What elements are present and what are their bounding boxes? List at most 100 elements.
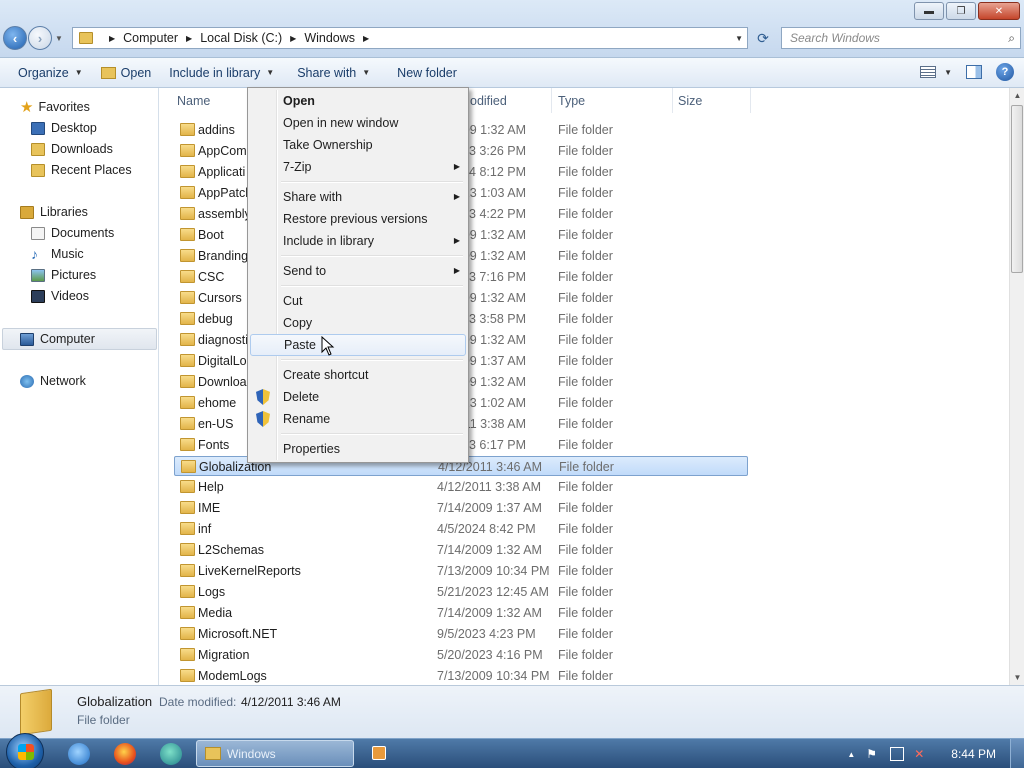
- taskbar-explorer-window[interactable]: Windows: [196, 740, 354, 767]
- menu-item-share-with[interactable]: Share with ▶: [250, 186, 466, 208]
- folder-icon: [180, 207, 195, 220]
- nav-item-documents[interactable]: Documents: [31, 223, 114, 243]
- music-icon: ♪: [31, 246, 38, 262]
- action-center-flag-icon[interactable]: ⚑: [866, 747, 880, 761]
- file-type: File folder: [558, 249, 613, 263]
- address-bar[interactable]: ▶ Computer ▶ Local Disk (C:) ▶ Windows ▶…: [72, 27, 748, 49]
- folder-open-icon: [100, 66, 116, 79]
- network-tray-icon[interactable]: [890, 747, 905, 761]
- preview-pane-icon[interactable]: [966, 65, 982, 79]
- start-button[interactable]: [6, 733, 44, 768]
- breadcrumb-computer[interactable]: Computer: [123, 31, 178, 45]
- file-name: debug: [198, 312, 233, 326]
- open-label: Open: [120, 65, 152, 80]
- menu-item-open-in-new-window[interactable]: Open in new window: [250, 112, 466, 134]
- file-name: DigitalLo: [198, 354, 247, 368]
- libraries-icon: [20, 205, 34, 219]
- menu-item-take-ownership[interactable]: Take Ownership: [250, 134, 466, 156]
- recent-pages-dropdown[interactable]: ▼: [55, 34, 63, 43]
- nav-favorites[interactable]: ★ Favorites: [20, 97, 90, 117]
- include-in-library-button[interactable]: Include in library ▼: [160, 58, 283, 87]
- column-divider[interactable]: [551, 88, 552, 113]
- nav-item-videos[interactable]: Videos: [31, 286, 89, 306]
- file-row[interactable]: L2Schemas 7/14/2009 1:32 AM File folder: [174, 540, 748, 560]
- menu-item-7zip[interactable]: 7-Zip ▶: [250, 156, 466, 178]
- media-center-icon[interactable]: [160, 743, 182, 765]
- clock[interactable]: 8:44 PM: [951, 747, 996, 761]
- menu-item-properties[interactable]: Properties: [250, 438, 466, 460]
- refresh-button[interactable]: ⟳: [752, 27, 774, 49]
- internet-explorer-icon[interactable]: [68, 743, 90, 765]
- vertical-scrollbar[interactable]: ▲ ▼: [1009, 88, 1024, 685]
- menu-item-include-in-library[interactable]: Include in library ▶: [250, 230, 466, 252]
- help-icon[interactable]: ?: [996, 63, 1014, 81]
- open-button[interactable]: Open: [92, 58, 161, 87]
- file-row[interactable]: LiveKernelReports 7/13/2009 10:34 PM File …: [174, 561, 748, 581]
- file-type: File folder: [558, 144, 613, 158]
- column-header-type[interactable]: Type: [558, 94, 585, 108]
- show-desktop-button[interactable]: [1010, 739, 1024, 768]
- firefox-icon[interactable]: [114, 743, 136, 765]
- file-row[interactable]: Microsoft.NET 9/5/2023 4:23 PM File folder: [174, 624, 748, 644]
- nav-item-pictures[interactable]: Pictures: [31, 265, 96, 285]
- address-history-dropdown[interactable]: ▼: [735, 34, 743, 43]
- file-date-modified: 4/12/2011 3:38 AM: [437, 480, 542, 494]
- file-type: File folder: [558, 396, 613, 410]
- media-player-icon[interactable]: [372, 746, 386, 760]
- menu-item-copy[interactable]: Copy: [250, 312, 466, 334]
- column-divider[interactable]: [672, 88, 673, 113]
- new-folder-label: New folder: [397, 65, 457, 80]
- chevron-right-icon[interactable]: ▶: [109, 34, 115, 43]
- menu-item-send-to[interactable]: Send to ▶: [250, 260, 466, 282]
- share-with-button[interactable]: Share with ▼: [283, 58, 379, 87]
- nav-item-music[interactable]: ♪ Music: [31, 244, 84, 264]
- search-input[interactable]: Search Windows ⌕: [781, 27, 1021, 49]
- nav-libraries[interactable]: Libraries: [20, 202, 88, 222]
- file-row[interactable]: ModemLogs 7/13/2009 10:34 PM File folder: [174, 666, 748, 686]
- file-name: ehome: [198, 396, 237, 410]
- menu-item-restore-previous-versions[interactable]: Restore previous versions: [250, 208, 466, 230]
- show-hidden-icons-arrow-icon[interactable]: ▲: [847, 750, 855, 759]
- menu-item-delete[interactable]: Delete: [250, 386, 466, 408]
- back-button[interactable]: ‹: [3, 26, 27, 50]
- nav-item-recent-places[interactable]: Recent Places: [31, 160, 132, 180]
- nav-network[interactable]: Network: [20, 371, 86, 391]
- column-header-name[interactable]: Name: [177, 94, 210, 108]
- breadcrumb-windows[interactable]: Windows: [304, 31, 355, 45]
- menu-item-open[interactable]: Open: [250, 90, 466, 112]
- column-header-date-modified[interactable]: odified: [470, 94, 507, 108]
- close-button[interactable]: ✕: [978, 2, 1020, 20]
- menu-item-rename[interactable]: Rename: [250, 408, 466, 430]
- search-icon[interactable]: ⌕: [1008, 31, 1015, 46]
- chevron-right-icon[interactable]: ▶: [290, 34, 296, 43]
- scrollbar-thumb[interactable]: [1011, 105, 1023, 273]
- volume-muted-icon[interactable]: ✕: [914, 747, 928, 761]
- file-row[interactable]: IME 7/14/2009 1:37 AM File folder: [174, 498, 748, 518]
- nav-item-downloads[interactable]: Downloads: [31, 139, 113, 159]
- column-header-size[interactable]: Size: [678, 94, 702, 108]
- minimize-button[interactable]: ▬: [914, 2, 944, 20]
- breadcrumb-local-disk[interactable]: Local Disk (C:): [200, 31, 282, 45]
- forward-button[interactable]: ›: [28, 26, 52, 50]
- file-row[interactable]: inf 4/5/2024 8:42 PM File folder: [174, 519, 748, 539]
- nav-computer[interactable]: Computer: [20, 329, 95, 349]
- file-row[interactable]: Migration 5/20/2023 4:16 PM File folder: [174, 645, 748, 665]
- maximize-button[interactable]: ❐: [946, 2, 976, 20]
- nav-item-desktop[interactable]: Desktop: [31, 118, 97, 138]
- chevron-right-icon[interactable]: ▶: [186, 34, 192, 43]
- menu-item-cut[interactable]: Cut: [250, 290, 466, 312]
- folder-icon: [180, 417, 195, 430]
- organize-button[interactable]: Organize ▼: [0, 58, 92, 87]
- menu-item-create-shortcut[interactable]: Create shortcut: [250, 364, 466, 386]
- change-view-button[interactable]: ▼: [920, 66, 952, 78]
- chevron-right-icon[interactable]: ▶: [363, 34, 369, 43]
- file-row[interactable]: Help 4/12/2011 3:38 AM File folder: [174, 477, 748, 497]
- scroll-down-arrow-icon[interactable]: ▼: [1010, 670, 1024, 685]
- column-divider[interactable]: [750, 88, 751, 113]
- new-folder-button[interactable]: New folder: [379, 58, 466, 87]
- file-row[interactable]: Logs 5/21/2023 12:45 AM File folder: [174, 582, 748, 602]
- file-row[interactable]: Media 7/14/2009 1:32 AM File folder: [174, 603, 748, 623]
- menu-item-paste[interactable]: Paste: [250, 334, 466, 356]
- navigation-buttons: ‹ › ▼: [3, 26, 63, 50]
- scroll-up-arrow-icon[interactable]: ▲: [1010, 88, 1024, 103]
